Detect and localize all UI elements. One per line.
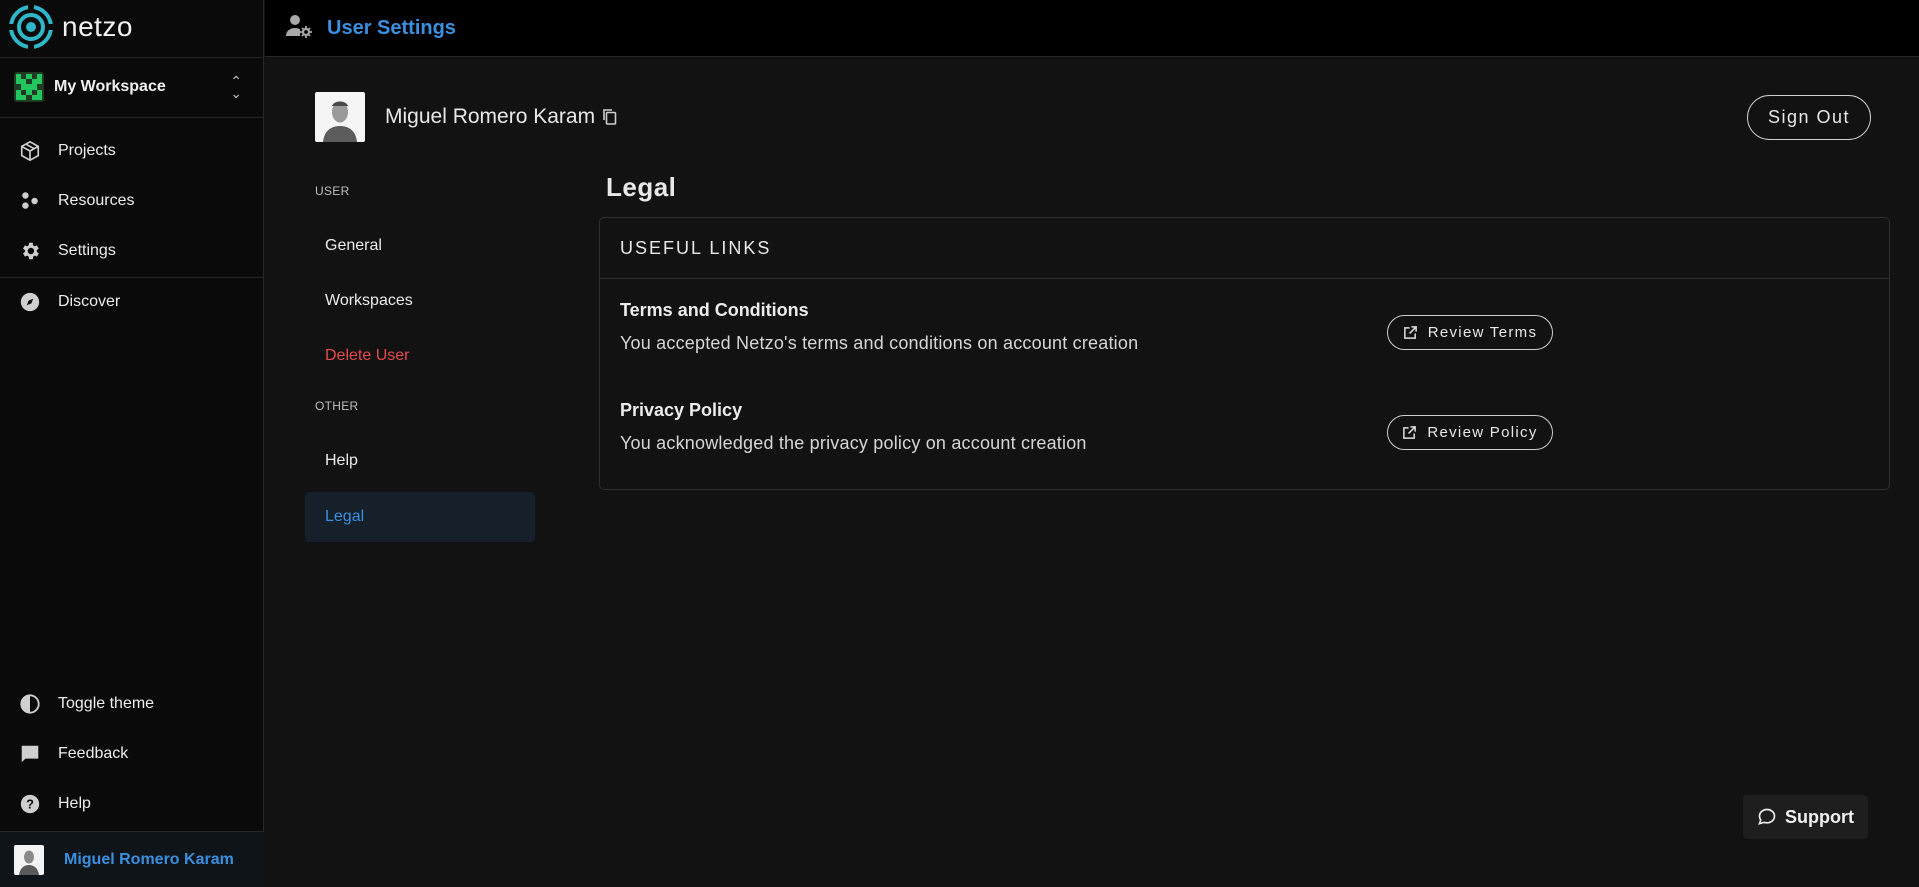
settings-nav-delete-user[interactable]: Delete User — [305, 331, 535, 381]
section-title: Legal — [606, 172, 677, 202]
avatar — [14, 844, 44, 875]
settings-nav-help[interactable]: Help — [305, 436, 535, 486]
chevron-up-down-icon: ⌃ ⌄ — [230, 73, 242, 101]
resources-icon — [18, 189, 42, 213]
message-icon — [18, 742, 42, 766]
help-icon: ? — [18, 792, 42, 816]
review-terms-button[interactable]: Review Terms — [1387, 315, 1553, 350]
sidebar-item-label: Settings — [58, 242, 116, 259]
sign-out-button[interactable]: Sign Out — [1747, 95, 1871, 140]
user-name: Miguel Romero Karam — [64, 850, 234, 868]
legal-row-terms: Terms and Conditions You accepted Netzo'… — [620, 300, 1870, 354]
sidebar-item-label: Toggle theme — [58, 695, 155, 712]
settings-nav-workspaces[interactable]: Workspaces — [305, 276, 535, 326]
sidebar-item-label: Resources — [58, 192, 135, 209]
button-label: Review Policy — [1427, 424, 1538, 441]
chat-bubble-icon — [1758, 808, 1776, 825]
sidebar-item-toggle-theme[interactable]: Toggle theme — [18, 689, 154, 719]
netzo-logo-icon — [8, 4, 54, 50]
app-name: netzo — [62, 11, 133, 42]
settings-nav-general[interactable]: General — [305, 221, 535, 271]
row-description: You accepted Netzo's terms and condition… — [620, 333, 1139, 353]
box-icon — [18, 139, 42, 163]
sidebar-user[interactable]: Miguel Romero Karam — [0, 831, 264, 887]
row-title: Privacy Policy — [620, 400, 743, 420]
review-policy-button[interactable]: Review Policy — [1387, 415, 1553, 450]
gear-icon — [18, 239, 42, 263]
sidebar-item-discover[interactable]: Discover — [18, 287, 120, 317]
svg-text:?: ? — [26, 797, 34, 812]
button-label: Review Terms — [1427, 324, 1538, 341]
sidebar-item-feedback[interactable]: Feedback — [18, 739, 128, 769]
support-button[interactable]: Support — [1743, 795, 1868, 839]
sidebar-item-resources[interactable]: Resources — [18, 186, 134, 216]
app-logo[interactable]: netzo — [8, 4, 133, 50]
sidebar-item-help[interactable]: ? Help — [18, 789, 91, 819]
user-settings-icon — [285, 12, 313, 45]
profile-name: Miguel Romero Karam — [385, 105, 596, 128]
sidebar-item-label: Projects — [58, 142, 116, 159]
avatar — [315, 92, 365, 142]
sidebar-item-label: Feedback — [58, 745, 129, 762]
legal-row-privacy: Privacy Policy You acknowledged the priv… — [620, 400, 1870, 454]
divider — [0, 57, 264, 58]
row-title: Terms and Conditions — [620, 300, 809, 320]
external-link-icon — [1403, 326, 1417, 339]
divider — [0, 277, 264, 278]
workspace-switcher[interactable]: My Workspace ⌃ ⌄ — [14, 72, 250, 102]
workspace-avatar — [14, 72, 44, 102]
sidebar-item-label: Help — [58, 795, 91, 812]
divider — [0, 117, 264, 118]
sidebar: netzo My Workspace ⌃ ⌄ Projects Resource… — [0, 0, 264, 887]
row-description: You acknowledged the privacy policy on a… — [620, 433, 1087, 453]
support-label: Support — [1785, 806, 1854, 827]
contrast-icon — [18, 692, 42, 716]
page-title: User Settings — [327, 16, 456, 39]
section-label-user: USER — [315, 184, 350, 198]
profile-header: Miguel Romero Karam — [315, 92, 619, 142]
sidebar-item-settings[interactable]: Settings — [18, 236, 116, 266]
workspace-label: My Workspace — [54, 78, 166, 95]
sidebar-item-label: Discover — [58, 293, 121, 310]
useful-links-card: USEFUL LINKS Terms and Conditions You ac… — [599, 217, 1890, 490]
top-bar: User Settings — [265, 0, 1919, 57]
settings-nav-legal[interactable]: Legal — [305, 492, 535, 542]
copy-icon[interactable] — [601, 108, 619, 126]
section-label-other: OTHER — [315, 399, 359, 413]
card-title: USEFUL LINKS — [600, 218, 1889, 279]
compass-icon — [18, 290, 42, 314]
sidebar-item-projects[interactable]: Projects — [18, 136, 116, 166]
app-root: netzo My Workspace ⌃ ⌄ Projects Resource… — [0, 0, 1919, 887]
external-link-icon — [1403, 426, 1417, 439]
